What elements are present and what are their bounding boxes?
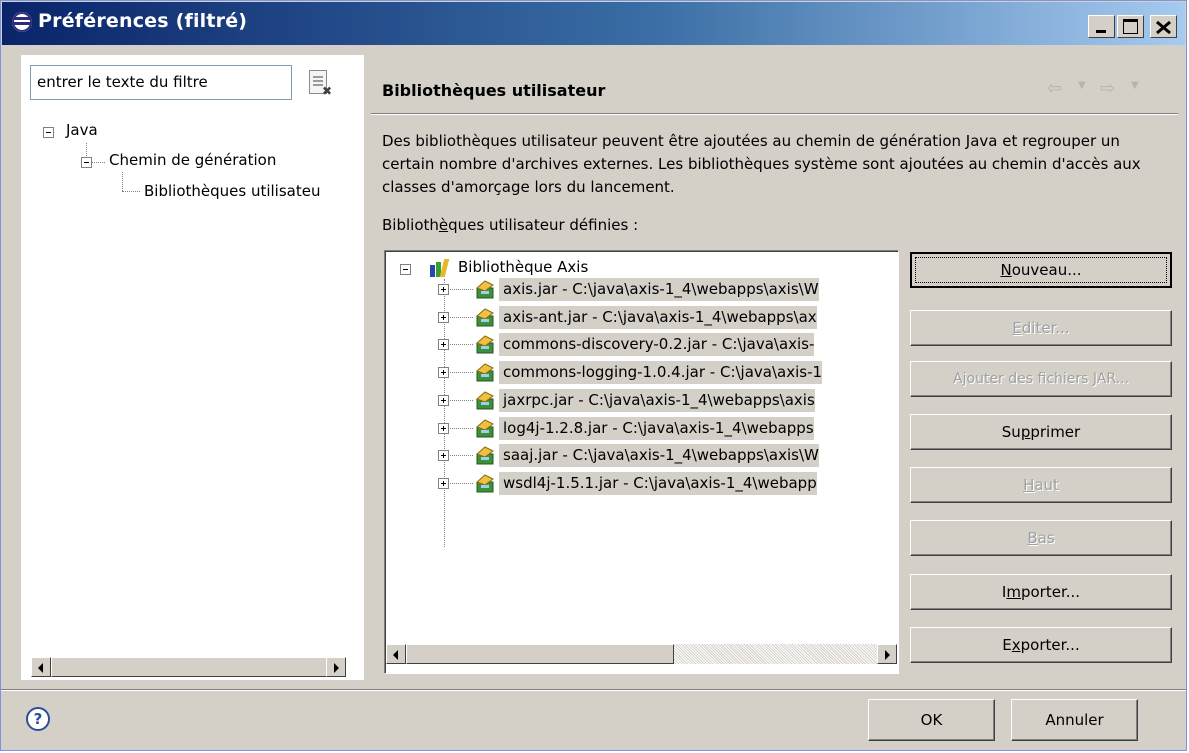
jar-label[interactable]: axis.jar - C:\java\axis-1_4\webapps\axis… — [499, 278, 819, 301]
jar-label[interactable]: commons-discovery-0.2.jar - C:\java\axis… — [499, 333, 815, 357]
jar-icon — [475, 307, 495, 327]
scroll-left-icon[interactable] — [386, 644, 406, 664]
jar-icon — [475, 279, 495, 299]
nav-horizontal-scrollbar[interactable] — [31, 657, 346, 677]
new-button[interactable]: Nouveau... — [910, 252, 1172, 288]
tree-item-build-path[interactable]: Chemin de génération — [109, 151, 276, 169]
expand-icon[interactable] — [438, 367, 449, 379]
jar-label[interactable]: jaxrpc.jar - C:\java\axis-1_4\webapps\ax… — [499, 388, 815, 412]
back-dropdown-icon[interactable]: ▼ — [1078, 80, 1086, 91]
tree-item-java[interactable]: Java — [66, 121, 98, 139]
clear-filter-x-icon: ✖ — [322, 84, 333, 98]
jar-label[interactable]: axis-ant.jar - C:\java\axis-1_4\webapps\… — [499, 305, 817, 329]
up-button[interactable]: Haut — [910, 467, 1172, 503]
remove-button[interactable]: Supprimer — [910, 414, 1172, 450]
forward-arrow-icon[interactable]: ⇨ — [1100, 78, 1115, 99]
tree-item-user-libraries[interactable]: Bibliothèques utilisateu — [144, 182, 344, 200]
expand-icon[interactable] — [438, 339, 449, 351]
library-collapse-icon[interactable] — [400, 264, 411, 275]
jar-icon — [475, 390, 495, 410]
jar-icon — [475, 418, 495, 438]
jar-icon — [475, 445, 495, 465]
back-arrow-icon[interactable]: ⇦ — [1047, 78, 1062, 99]
jar-label[interactable]: log4j-1.2.8.jar - C:\java\axis-1_4\webap… — [499, 416, 814, 440]
close-button[interactable] — [1150, 15, 1177, 38]
expand-icon[interactable] — [438, 477, 449, 489]
library-name[interactable]: Bibliothèque Axis — [458, 258, 588, 276]
eclipse-icon — [12, 12, 32, 32]
expand-icon[interactable] — [438, 311, 449, 323]
filter-input[interactable]: entrer le texte du filtre — [30, 65, 292, 100]
scroll-track[interactable] — [674, 644, 877, 664]
jar-icon — [475, 362, 495, 382]
page-title: Bibliothèques utilisateur — [382, 81, 606, 100]
jar-label[interactable]: commons-logging-1.0.4.jar - C:\java\axis… — [499, 361, 823, 385]
down-button[interactable]: Bas — [910, 520, 1172, 556]
library-icon — [430, 259, 452, 277]
footer-divider — [1, 689, 1186, 691]
minimize-button[interactable] — [1088, 15, 1115, 38]
tree-collapse-icon[interactable] — [81, 157, 92, 168]
forward-dropdown-icon[interactable]: ▼ — [1131, 80, 1139, 91]
export-button[interactable]: Exporter... — [910, 627, 1172, 663]
scroll-left-icon[interactable] — [31, 657, 51, 677]
tree-collapse-icon[interactable] — [43, 127, 54, 138]
navigation-pane — [21, 55, 364, 680]
maximize-button[interactable] — [1117, 15, 1144, 38]
expand-icon[interactable] — [438, 394, 449, 406]
header-divider — [371, 113, 1178, 115]
title-bar[interactable]: Préférences (filtré) — [2, 2, 1185, 45]
jar-icon — [475, 473, 495, 493]
add-jars-button[interactable]: Ajouter des fichiers JAR... — [910, 361, 1172, 397]
import-button[interactable]: Importer... — [910, 574, 1172, 610]
user-library-tree[interactable]: Bibliothèque Axis axis.jar - C:\java\axi… — [384, 250, 899, 674]
expand-icon[interactable] — [438, 284, 449, 295]
jar-label[interactable]: saaj.jar - C:\java\axis-1_4\webapps\axis… — [499, 444, 819, 468]
scroll-right-icon[interactable] — [326, 657, 346, 677]
scroll-thumb[interactable] — [51, 657, 328, 677]
scroll-right-icon[interactable] — [877, 644, 897, 664]
help-icon[interactable]: ? — [26, 707, 50, 731]
list-horizontal-scrollbar[interactable] — [386, 644, 897, 664]
scroll-thumb[interactable] — [406, 644, 674, 664]
page-description: Des bibliothèques utilisateur peuvent êt… — [382, 132, 1141, 196]
ok-button[interactable]: OK — [868, 699, 995, 741]
cancel-button[interactable]: Annuler — [1011, 699, 1138, 741]
window-title: Préférences (filtré) — [38, 10, 248, 32]
list-label: Bibliothèques utilisateur définies : — [382, 216, 639, 234]
jar-label[interactable]: wsdl4j-1.5.1.jar - C:\java\axis-1_4\weba… — [499, 471, 817, 495]
expand-icon[interactable] — [438, 450, 449, 462]
jar-icon — [475, 334, 495, 354]
expand-icon[interactable] — [438, 422, 449, 434]
edit-button[interactable]: Editer... — [910, 310, 1172, 346]
